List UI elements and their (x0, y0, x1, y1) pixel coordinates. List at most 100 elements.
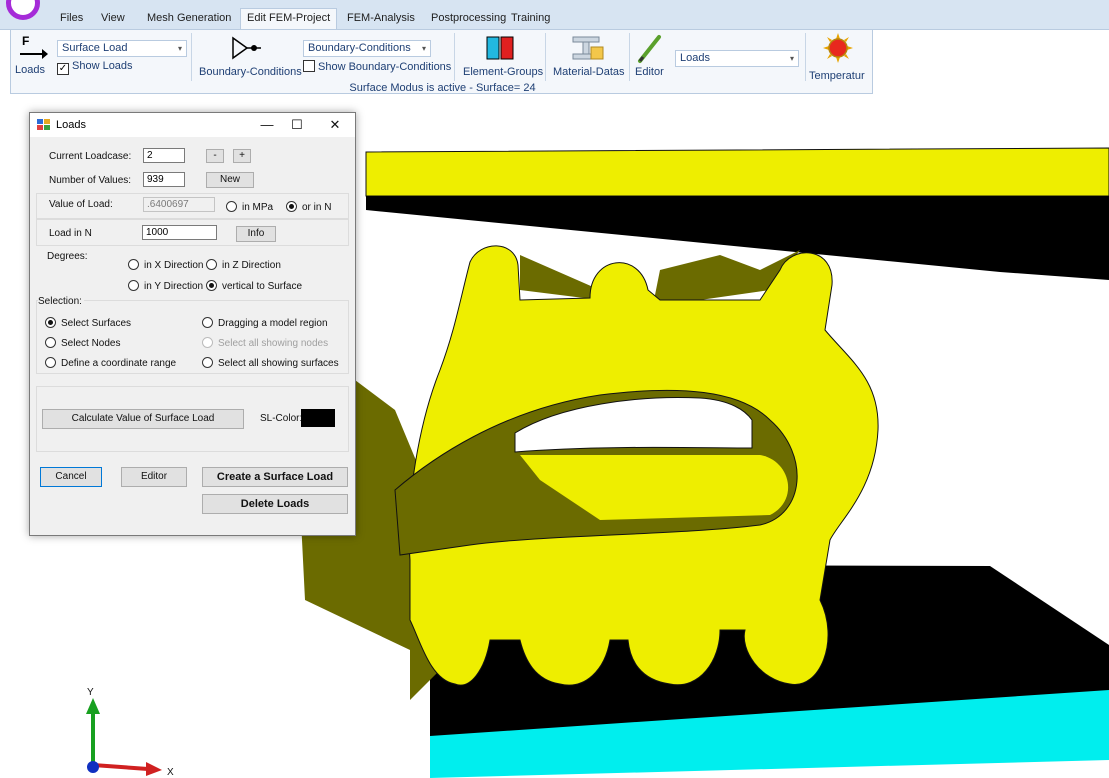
delete-loads-button[interactable]: Delete Loads (202, 494, 348, 514)
calculate-surface-load-button[interactable]: Calculate Value of Surface Load (42, 409, 244, 429)
current-loadcase-label: Current Loadcase: (49, 151, 132, 162)
direction-y-radio[interactable]: in Y Direction (128, 280, 203, 292)
load-type-value: Surface Load (62, 42, 128, 54)
select-all-nodes-label: Select all showing nodes (218, 338, 329, 349)
unit-mpa-label: in MPa (242, 202, 274, 213)
load-type-combo[interactable]: Surface Load ▾ (57, 40, 187, 57)
value-of-load-label: Value of Load: (49, 199, 113, 210)
menu-bar: Files View Mesh Generation Edit FEM-Proj… (0, 0, 1109, 30)
top-plate-face (365, 147, 1109, 197)
select-all-surfaces-radio[interactable]: Select all showing surfaces (202, 357, 339, 369)
force-arrow-icon: F (20, 34, 48, 59)
axis-y-label: Y (87, 687, 94, 698)
menu-fem-analysis[interactable]: FEM-Analysis (341, 9, 421, 29)
material-datas-label: Material-Datas (553, 66, 625, 78)
menu-edit-fem-project[interactable]: Edit FEM-Project (240, 8, 338, 30)
radio-off-icon (128, 259, 139, 270)
loads-label: Loads (15, 64, 45, 76)
chevron-down-icon: ▾ (177, 44, 182, 53)
menu-postprocessing[interactable]: Postprocessing (425, 9, 512, 29)
direction-z-label: in Z Direction (222, 260, 281, 271)
select-surfaces-radio[interactable]: Select Surfaces (45, 317, 131, 329)
app-window-icon (37, 119, 50, 130)
editor-combo-value: Loads (680, 52, 710, 64)
select-all-surfaces-label: Select all showing surfaces (218, 358, 339, 369)
show-boundary-label: Show Boundary-Conditions (318, 61, 452, 73)
menu-training[interactable]: Training (505, 9, 556, 29)
sl-color-label: SL-Color: (260, 413, 303, 424)
menu-files[interactable]: Files (54, 9, 89, 29)
pencil-icon (638, 35, 661, 63)
cancel-button[interactable]: Cancel (40, 467, 102, 487)
load-in-n-label: Load in N (49, 228, 92, 239)
show-loads-label: Show Loads (72, 60, 133, 72)
radio-off-icon (226, 201, 237, 212)
editor-label: Editor (635, 66, 664, 78)
loadcase-increment-button[interactable]: + (233, 149, 251, 163)
menu-mesh-generation[interactable]: Mesh Generation (141, 9, 237, 29)
axis-triad (86, 698, 162, 776)
select-nodes-radio[interactable]: Select Nodes (45, 337, 120, 349)
unit-n-radio[interactable]: or in N (286, 201, 331, 213)
sl-color-swatch[interactable] (301, 409, 335, 427)
info-button[interactable]: Info (236, 226, 276, 242)
direction-x-radio[interactable]: in X Direction (128, 259, 203, 271)
value-of-load-input: .6400697 (143, 197, 215, 212)
close-icon[interactable]: ✕ (320, 116, 350, 134)
element-groups-icon (486, 36, 514, 60)
direction-z-radio[interactable]: in Z Direction (206, 259, 281, 271)
boundary-conditions-button[interactable]: Boundary-Conditions (195, 32, 302, 78)
select-surfaces-label: Select Surfaces (61, 318, 132, 329)
create-surface-load-button[interactable]: Create a Surface Load (202, 467, 348, 487)
radio-off-icon (45, 357, 56, 368)
new-button[interactable]: New (206, 172, 254, 188)
radio-off-icon (202, 337, 213, 348)
boundary-conditions-label: Boundary-Conditions (199, 66, 302, 78)
boundary-combo-value: Boundary-Conditions (308, 42, 411, 54)
element-groups-button[interactable]: Element-Groups (458, 32, 544, 78)
selection-label: Selection: (38, 296, 84, 307)
number-of-values-input[interactable]: 939 (143, 172, 185, 187)
loads-dialog: Loads — ☐ ✕ Current Loadcase: 2 - + Numb… (29, 112, 356, 536)
load-in-n-input[interactable]: 1000 (142, 225, 217, 240)
support-icon (232, 36, 261, 60)
radio-off-icon (45, 337, 56, 348)
direction-y-label: in Y Direction (144, 281, 204, 292)
chevron-down-icon: ▾ (421, 44, 426, 53)
dialog-title: Loads (56, 119, 86, 131)
radio-on-icon (45, 317, 56, 328)
show-boundary-checkbox[interactable]: Show Boundary-Conditions (303, 60, 451, 73)
sun-icon (823, 33, 853, 63)
ribbon: F Loads Surface Load ▾ ✓ Show Loads Bound… (10, 29, 873, 94)
select-coordinate-range-radio[interactable]: Define a coordinate range (45, 357, 176, 369)
radio-on-icon (286, 201, 297, 212)
select-dragging-radio[interactable]: Dragging a model region (202, 317, 328, 329)
checkbox-unchecked-icon (303, 60, 315, 72)
minimize-icon[interactable]: — (252, 116, 282, 134)
select-dragging-label: Dragging a model region (218, 318, 328, 329)
current-loadcase-input[interactable]: 2 (143, 148, 185, 163)
radio-off-icon (206, 259, 217, 270)
editor-button[interactable]: Editor (631, 32, 671, 78)
editor-button-dialog[interactable]: Editor (121, 467, 187, 487)
menu-view[interactable]: View (95, 9, 131, 29)
boundary-conditions-combo[interactable]: Boundary-Conditions ▾ (303, 40, 431, 57)
temperature-button[interactable]: Temperatur (809, 32, 871, 82)
radio-off-icon (202, 317, 213, 328)
material-datas-button[interactable]: Material-Datas (549, 32, 627, 78)
dialog-titlebar[interactable]: Loads — ☐ ✕ (30, 113, 355, 137)
select-coordinate-range-label: Define a coordinate range (61, 358, 177, 369)
direction-vertical-radio[interactable]: vertical to Surface (206, 280, 302, 292)
app-logo-icon[interactable] (6, 0, 40, 20)
loads-button[interactable]: F Loads (13, 32, 53, 78)
chevron-down-icon: ▾ (789, 54, 794, 63)
editor-combo[interactable]: Loads ▾ (675, 50, 799, 67)
unit-mpa-radio[interactable]: in MPa (226, 201, 273, 213)
radio-off-icon (202, 357, 213, 368)
show-loads-checkbox[interactable]: ✓ Show Loads (57, 60, 133, 75)
checkbox-checked-icon: ✓ (57, 63, 69, 75)
maximize-icon[interactable]: ☐ (282, 116, 312, 134)
radio-off-icon (128, 280, 139, 291)
loadcase-decrement-button[interactable]: - (206, 149, 224, 163)
unit-n-label: or in N (302, 202, 332, 213)
